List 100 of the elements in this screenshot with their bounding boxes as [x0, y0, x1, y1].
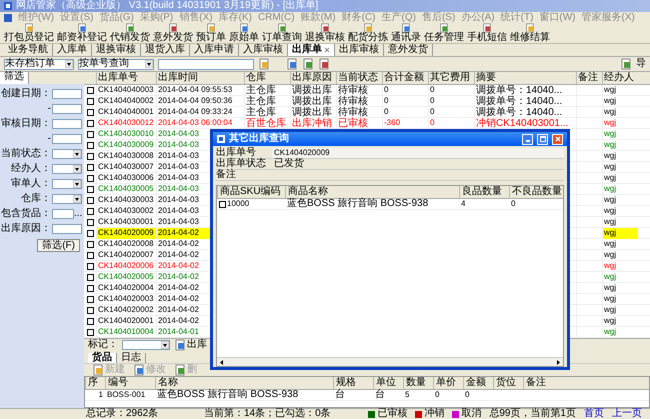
column-header[interactable]: 序 — [85, 377, 105, 389]
column-header[interactable]: 货位 — [493, 377, 523, 389]
checkbox[interactable] — [86, 296, 94, 302]
checkbox[interactable] — [86, 130, 94, 138]
column-header[interactable]: 其它费用 — [428, 72, 474, 84]
input-field[interactable] — [52, 89, 82, 99]
tab[interactable]: 退货入库 — [141, 44, 190, 56]
column-header[interactable]: 出库单号 — [96, 72, 156, 84]
select-field[interactable] — [52, 194, 82, 204]
toolbar-button[interactable]: 任务管理 — [424, 23, 464, 43]
toolbar-button[interactable]: 订单查询 — [262, 23, 302, 43]
tab[interactable]: 日志 — [117, 353, 146, 363]
checkbox[interactable] — [86, 306, 94, 314]
stock-out-button[interactable]: 出库 — [174, 339, 207, 351]
column-header[interactable]: 商品名称 — [285, 186, 459, 198]
tab[interactable]: 入库单 — [53, 44, 92, 56]
column-header[interactable]: 不良品数量 — [509, 186, 565, 198]
toolbar-button[interactable]: 维修结算 — [510, 23, 550, 43]
column-header[interactable]: 出库原因 — [290, 72, 336, 84]
page-link[interactable]: 首页 — [584, 409, 604, 419]
column-header[interactable]: 出库时间 — [156, 72, 244, 84]
toolbar-button[interactable]: 预订单 — [196, 23, 226, 43]
page-link[interactable]: 上一页 — [612, 409, 642, 419]
column-header[interactable]: 仓库 — [244, 72, 290, 84]
toolbar-button[interactable]: 邮资补登记 — [57, 23, 107, 43]
column-header[interactable]: 规格 — [333, 377, 373, 389]
checkbox[interactable] — [86, 152, 94, 160]
checkbox[interactable] — [86, 174, 94, 182]
column-header[interactable]: 经办人 — [602, 72, 638, 84]
select-field[interactable] — [52, 149, 82, 159]
column-header[interactable]: 商品SKU编码 — [217, 186, 285, 198]
checkbox[interactable] — [86, 274, 94, 280]
toolbar-button[interactable]: 手机短信 — [467, 23, 507, 43]
checkbox[interactable] — [86, 284, 94, 292]
query-select[interactable]: 按单号查询 — [78, 58, 154, 70]
checkbox[interactable] — [86, 186, 94, 192]
tab[interactable]: 出库单 — [288, 44, 335, 56]
column-header[interactable]: 单位 — [373, 377, 403, 389]
toolbar-button[interactable]: 代销发货 — [110, 23, 150, 43]
column-header[interactable]: 单价 — [433, 377, 463, 389]
checkbox[interactable] — [86, 164, 94, 170]
tab[interactable]: 意外发货 — [384, 44, 433, 56]
column-header[interactable]: 摘要 — [474, 72, 576, 84]
column-header[interactable]: 备注 — [523, 377, 563, 389]
mark-select[interactable] — [122, 340, 170, 350]
input-field[interactable] — [52, 224, 82, 234]
status-text: 当前第：14条；已勾选：0条 — [204, 409, 331, 419]
tab[interactable]: 入库申请 — [190, 44, 239, 56]
checkbox[interactable] — [86, 252, 94, 258]
checkbox[interactable] — [86, 318, 94, 324]
maximize-button[interactable] — [537, 134, 548, 144]
table-cell: 0 — [384, 85, 388, 95]
checkbox[interactable] — [86, 208, 94, 214]
checkbox[interactable] — [86, 262, 94, 270]
tab[interactable]: 业务导航 — [4, 44, 53, 56]
export-label[interactable]: 导 — [636, 59, 646, 69]
browse-button[interactable]: ... — [74, 209, 82, 219]
checkbox[interactable] — [86, 142, 94, 148]
toolbar-button[interactable]: 通讯录 — [391, 23, 421, 43]
input-field[interactable] — [52, 209, 74, 219]
filter-button[interactable]: 筛选(F) — [37, 239, 80, 252]
close-icon[interactable] — [324, 47, 330, 53]
column-header[interactable]: 备注 — [576, 72, 602, 84]
toolbar-button[interactable]: 配货分拣 — [348, 23, 388, 43]
column-header[interactable]: 数量 — [403, 377, 433, 389]
column-header[interactable]: 金额 — [463, 377, 493, 389]
close-button[interactable] — [552, 134, 563, 144]
toolbar-button[interactable]: 意外发货 — [153, 23, 193, 43]
checkbox[interactable] — [86, 230, 94, 236]
toolbar-button[interactable]: 打包员登记 — [4, 23, 54, 43]
column-header[interactable]: 合计金额 — [382, 72, 428, 84]
checkbox[interactable] — [219, 200, 226, 208]
input-field[interactable] — [52, 134, 82, 144]
checkbox[interactable] — [86, 98, 94, 104]
toolbar-button[interactable]: 退换审核 — [305, 23, 345, 43]
column-header[interactable]: 良品数量 — [459, 186, 509, 198]
checkbox[interactable] — [86, 328, 94, 336]
tab[interactable]: 筛选 — [0, 72, 29, 84]
horizontal-scrollbar[interactable] — [217, 357, 563, 366]
field-label: 出库原因： — [1, 224, 51, 234]
tab[interactable]: 出库审核 — [335, 44, 384, 56]
input-field[interactable] — [52, 119, 82, 129]
input-field[interactable] — [52, 104, 82, 114]
column-header[interactable]: 当前状态 — [336, 72, 382, 84]
column-header[interactable]: 名称 — [155, 377, 333, 389]
checkbox[interactable] — [86, 218, 94, 226]
checkbox[interactable] — [86, 86, 94, 94]
tab[interactable]: 退换审核 — [92, 44, 141, 56]
select-field[interactable] — [52, 164, 82, 174]
minimize-button[interactable] — [522, 134, 533, 144]
checkbox[interactable] — [86, 108, 94, 116]
column-header[interactable]: 编号 — [105, 377, 155, 389]
search-field[interactable] — [158, 58, 254, 70]
checkbox[interactable] — [86, 196, 94, 204]
toolbar-button[interactable]: 原始单 — [229, 23, 259, 43]
checkbox[interactable] — [86, 120, 94, 126]
tab[interactable]: 货品 — [88, 353, 117, 363]
select-field[interactable] — [52, 179, 82, 189]
archive-select[interactable]: 未存档订单 — [4, 58, 74, 70]
checkbox[interactable] — [86, 240, 94, 248]
